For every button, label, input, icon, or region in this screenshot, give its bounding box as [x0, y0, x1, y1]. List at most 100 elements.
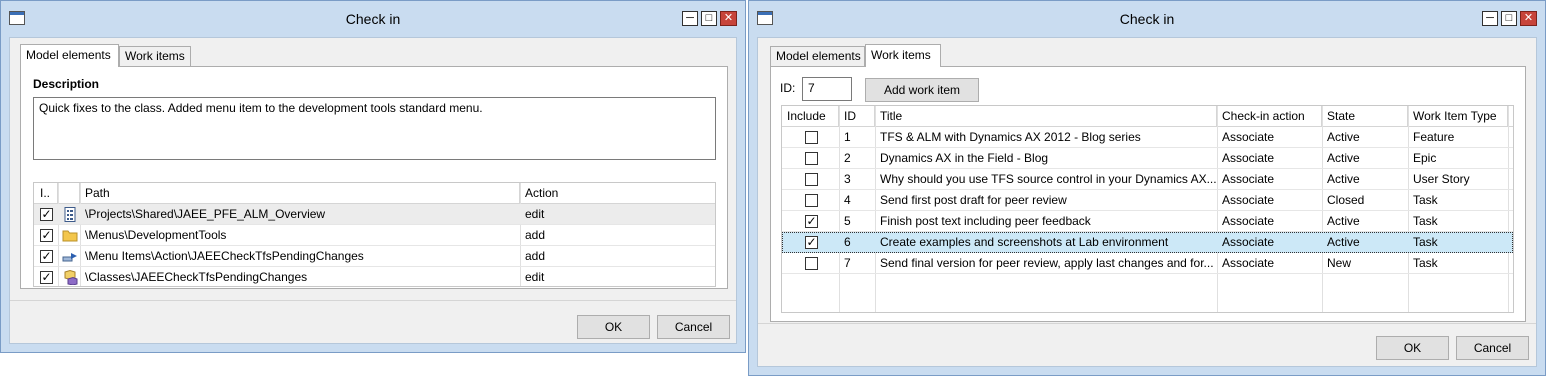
column-work-item-type[interactable]: Work Item Type — [1408, 106, 1508, 126]
button-bar-divider — [758, 323, 1536, 324]
title-cell: Create examples and screenshots at Lab e… — [880, 235, 1169, 249]
column-icon[interactable] — [58, 183, 80, 203]
table-row-selected[interactable]: ✓ 6 Create examples and screenshots at L… — [782, 232, 1513, 253]
state-cell: Active — [1327, 214, 1360, 228]
check-in-window-right: Check in ─ □ ✕ Model elements Work items… — [748, 0, 1546, 376]
title-cell: Send first post draft for peer review — [880, 193, 1067, 207]
include-checkbox[interactable] — [805, 131, 818, 144]
description-text: Quick fixes to the class. Added menu ite… — [39, 101, 483, 115]
state-cell: Active — [1327, 151, 1360, 165]
path-cell: \Menus\DevelopmentTools — [85, 228, 227, 242]
column-check-in-action[interactable]: Check-in action — [1217, 106, 1322, 126]
title-bar[interactable]: Check in ─ □ ✕ — [749, 1, 1545, 37]
model-elements-grid: I.. Path Action ✓ \Projects\Shared\JAEE_… — [33, 182, 716, 287]
include-checkbox[interactable]: ✓ — [40, 229, 53, 242]
table-row[interactable]: 4 Send first post draft for peer review … — [782, 190, 1513, 211]
path-cell: \Classes\JAEECheckTfsPendingChanges — [85, 270, 308, 284]
check-in-action-cell[interactable]: Associate — [1217, 169, 1322, 189]
action-cell: add — [525, 249, 546, 263]
include-checkbox[interactable]: ✓ — [40, 250, 53, 263]
client-area: Model elements Work items Description Qu… — [9, 37, 737, 344]
maximize-button[interactable]: □ — [1501, 11, 1517, 26]
table-row[interactable]: 7 Send final version for peer review, ap… — [782, 253, 1513, 274]
grid-header: Include ID Title Check-in action State W… — [782, 106, 1513, 127]
include-checkbox[interactable]: ✓ — [805, 215, 818, 228]
state-cell: Closed — [1327, 193, 1365, 207]
maximize-button[interactable]: □ — [701, 11, 717, 26]
column-path[interactable]: Path — [80, 183, 520, 203]
description-label: Description — [33, 77, 100, 91]
table-row[interactable]: 1 TFS & ALM with Dynamics AX 2012 - Blog… — [782, 127, 1513, 148]
table-row[interactable]: ✓ 5 Finish post text including peer feed… — [782, 211, 1513, 232]
column-include[interactable]: Include — [782, 106, 839, 126]
cancel-button[interactable]: Cancel — [657, 315, 730, 339]
title-cell: Finish post text including peer feedback — [880, 214, 1091, 228]
include-checkbox[interactable]: ✓ — [40, 208, 53, 221]
column-state[interactable]: State — [1322, 106, 1408, 126]
cancel-button[interactable]: Cancel — [1456, 336, 1529, 360]
close-button[interactable]: ✕ — [720, 11, 737, 26]
table-row[interactable]: 2 Dynamics AX in the Field - Blog Associ… — [782, 148, 1513, 169]
state-cell: Active — [1327, 130, 1360, 144]
check-in-action-cell[interactable]: Associate — [1217, 211, 1322, 231]
ok-button[interactable]: OK — [577, 315, 650, 339]
id-label: ID: — [780, 81, 796, 95]
title-cell: Why should you use TFS source control in… — [880, 172, 1217, 186]
column-action[interactable]: Action — [520, 183, 710, 203]
client-area: Model elements Work items ID: 7 Add work… — [757, 37, 1537, 367]
id-cell: 2 — [844, 151, 851, 165]
state-cell: New — [1327, 256, 1352, 270]
tab-panel: ID: 7 Add work item Include ID Title Che… — [770, 66, 1526, 322]
table-row[interactable]: ✓ \Menus\DevelopmentTools add — [34, 225, 715, 246]
tab-work-items[interactable]: Work items — [119, 46, 191, 66]
check-in-action-cell[interactable]: Associate — [1217, 148, 1322, 168]
path-cell: \Projects\Shared\JAEE_PFE_ALM_Overview — [85, 207, 326, 221]
title-cell: Send final version for peer review, appl… — [880, 256, 1214, 270]
table-row[interactable]: ✓ \Projects\Shared\JAEE_PFE_ALM_Overview… — [34, 204, 715, 225]
close-button[interactable]: ✕ — [1520, 11, 1537, 26]
column-include[interactable]: I.. — [34, 183, 58, 203]
check-in-action-cell[interactable]: Associate — [1217, 253, 1322, 273]
title-cell: TFS & ALM with Dynamics AX 2012 - Blog s… — [880, 130, 1141, 144]
column-title[interactable]: Title — [875, 106, 1217, 126]
include-checkbox[interactable] — [805, 194, 818, 207]
id-cell: 5 — [844, 214, 851, 228]
type-cell: Task — [1413, 214, 1438, 228]
folder-icon — [62, 230, 78, 242]
type-cell: Task — [1413, 193, 1438, 207]
title-bar[interactable]: Check in ─ □ ✕ — [1, 1, 745, 37]
include-checkbox[interactable]: ✓ — [40, 271, 53, 284]
check-in-action-cell[interactable]: Associate — [1217, 233, 1322, 252]
include-checkbox[interactable] — [805, 173, 818, 186]
class-icon — [64, 270, 78, 285]
type-cell: Epic — [1413, 151, 1437, 165]
include-checkbox[interactable] — [805, 152, 818, 165]
minimize-button[interactable]: ─ — [1482, 11, 1498, 26]
tab-work-items[interactable]: Work items — [865, 44, 941, 67]
description-textbox[interactable]: Quick fixes to the class. Added menu ite… — [33, 97, 716, 160]
add-work-item-button[interactable]: Add work item — [865, 78, 979, 102]
column-id[interactable]: ID — [839, 106, 875, 126]
tab-model-elements[interactable]: Model elements — [20, 44, 119, 67]
menu-item-icon — [62, 253, 77, 262]
id-cell: 6 — [844, 235, 851, 249]
action-cell: edit — [525, 270, 545, 284]
tab-model-elements[interactable]: Model elements — [770, 46, 865, 66]
include-checkbox[interactable]: ✓ — [805, 236, 818, 249]
ok-button[interactable]: OK — [1376, 336, 1449, 360]
tab-panel: Description Quick fixes to the class. Ad… — [20, 66, 728, 289]
table-row[interactable]: 3 Why should you use TFS source control … — [782, 169, 1513, 190]
id-cell: 7 — [844, 256, 851, 270]
check-in-action-cell[interactable]: Associate — [1217, 127, 1322, 147]
work-items-grid: Include ID Title Check-in action State W… — [781, 105, 1514, 313]
table-row[interactable]: ✓ \Menu Items\Action\JAEECheckTfsPending… — [34, 246, 715, 267]
include-checkbox[interactable] — [805, 257, 818, 270]
window-title: Check in — [345, 11, 401, 27]
id-input[interactable]: 7 — [802, 77, 852, 101]
action-cell: edit — [525, 207, 545, 221]
path-cell: \Menu Items\Action\JAEECheckTfsPendingCh… — [85, 249, 364, 263]
check-in-action-cell[interactable]: Associate — [1217, 190, 1322, 210]
minimize-button[interactable]: ─ — [682, 11, 698, 26]
table-row[interactable]: ✓ \Classes\JAEECheckTfsPendingChanges ed… — [34, 267, 715, 286]
project-icon — [64, 207, 76, 222]
